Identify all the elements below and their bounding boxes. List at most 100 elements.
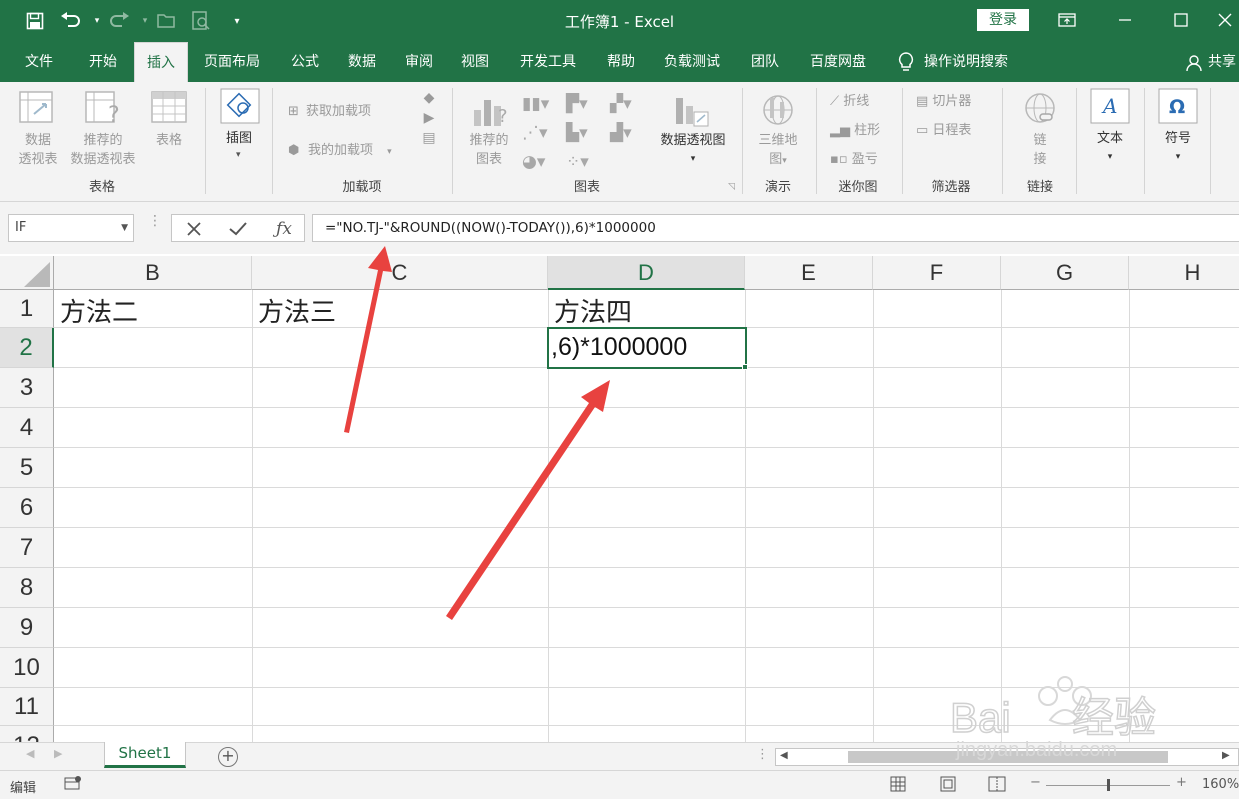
chevron-down-icon[interactable]: ▼ <box>121 215 128 241</box>
symbol-label[interactable]: 符号 ▾ <box>1154 129 1202 167</box>
row-header-3[interactable]: 3 <box>0 368 54 408</box>
row-header-1[interactable]: 1 <box>0 290 54 328</box>
waterfall-chart-icon[interactable]: ▞▾ <box>610 90 632 119</box>
my-addins-button[interactable]: ⬢ 我的加载项 ▾ <box>288 139 392 158</box>
maximize-icon[interactable] <box>1166 6 1196 34</box>
tab-file[interactable]: 文件 <box>16 42 62 82</box>
close-icon[interactable] <box>1210 6 1239 34</box>
column-header-C[interactable]: C <box>252 256 548 290</box>
cell-B1[interactable]: 方法二 <box>60 294 138 332</box>
table-label[interactable]: 表格 <box>146 131 192 150</box>
row-header-2[interactable]: 2 <box>0 328 54 368</box>
minimize-icon[interactable] <box>1110 6 1140 34</box>
scroll-left-icon[interactable]: ◀ <box>26 747 34 760</box>
tab-help[interactable]: 帮助 <box>598 42 644 82</box>
scroll-left-arrow-icon[interactable]: ◀ <box>780 750 788 761</box>
undo-icon[interactable] <box>58 8 84 34</box>
fill-handle[interactable] <box>742 364 748 370</box>
tab-home[interactable]: 开始 <box>80 42 126 82</box>
link-label[interactable]: 链接 <box>1022 131 1058 169</box>
insert-function-icon[interactable]: ƒx <box>270 217 298 241</box>
share-button[interactable]: 共享 <box>1208 42 1239 82</box>
3d-map-icon[interactable] <box>758 92 798 132</box>
person-icon[interactable] <box>1186 54 1204 76</box>
save-icon[interactable] <box>22 8 48 34</box>
cancel-icon[interactable] <box>180 217 208 241</box>
recommended-pivot-label[interactable]: 推荐的 数据透视表 <box>62 131 144 169</box>
timeline-button[interactable]: ▭ 日程表 <box>916 119 971 138</box>
text-icon[interactable]: A <box>1090 88 1130 128</box>
tab-insert[interactable]: 插入 <box>134 42 188 82</box>
tab-developer[interactable]: 开发工具 <box>510 42 586 82</box>
active-cell-D2[interactable]: ,6)*1000000 <box>547 327 747 369</box>
column-header-B[interactable]: B <box>54 256 252 290</box>
text-label[interactable]: 文本 ▾ <box>1086 129 1134 167</box>
chevron-down-icon[interactable]: ▾ <box>236 150 241 160</box>
bing-maps-icon[interactable]: ▶ <box>420 108 438 128</box>
3d-map-label[interactable]: 三维地 图▾ <box>750 131 806 171</box>
zoom-out-icon[interactable]: − <box>1030 775 1041 790</box>
column-header-E[interactable]: E <box>745 256 873 290</box>
row-header-12[interactable]: 12 <box>0 726 54 742</box>
enter-check-icon[interactable] <box>224 217 252 241</box>
cell-C1[interactable]: 方法三 <box>258 294 336 332</box>
macro-record-icon[interactable] <box>64 775 82 795</box>
row-header-11[interactable]: 11 <box>0 688 54 726</box>
scatter-trend-icon[interactable]: ⋰▾ <box>522 119 549 148</box>
horizontal-scroll-thumb[interactable] <box>848 751 1168 763</box>
column-header-F[interactable]: F <box>873 256 1001 290</box>
login-button[interactable]: 登录 <box>977 9 1029 31</box>
tab-data[interactable]: 数据 <box>339 42 385 82</box>
tab-team[interactable]: 团队 <box>742 42 788 82</box>
pivot-table-icon[interactable] <box>18 90 56 130</box>
horizontal-scrollbar[interactable]: ◀ ▶ <box>775 748 1239 766</box>
recommended-charts-label[interactable]: 推荐的 图表 <box>462 131 516 169</box>
sparkline-column-button[interactable]: ▂▅ 柱形 <box>830 119 880 138</box>
column-header-G[interactable]: G <box>1001 256 1129 290</box>
slicer-button[interactable]: ▤ 切片器 <box>916 90 971 109</box>
hierarchy-chart-icon[interactable]: ▛▾ <box>566 90 589 119</box>
formula-input[interactable]: ="NO.TJ-"&ROUND((NOW()-TODAY()),6)*10000… <box>312 214 1239 242</box>
row-header-5[interactable]: 5 <box>0 448 54 488</box>
row-header-7[interactable]: 7 <box>0 528 54 568</box>
zoom-slider-thumb[interactable] <box>1107 779 1110 791</box>
sheet-tab-sheet1[interactable]: Sheet1 <box>104 742 186 768</box>
normal-view-icon[interactable] <box>890 776 906 796</box>
zoom-level[interactable]: 160% <box>1202 777 1239 792</box>
link-icon[interactable] <box>1020 92 1060 132</box>
illustrations-icon[interactable] <box>220 88 260 128</box>
table-icon[interactable] <box>150 90 188 130</box>
column-header-D[interactable]: D <box>548 256 745 290</box>
row-header-6[interactable]: 6 <box>0 488 54 528</box>
pie-chart-icon[interactable]: ◕▾ <box>522 148 549 177</box>
drag-handle-icon[interactable]: ⋮ <box>148 214 162 228</box>
omega-icon[interactable]: Ω <box>1158 88 1198 128</box>
dialog-launcher-icon[interactable]: ◹ <box>728 182 735 192</box>
tab-baidu-netdisk[interactable]: 百度网盘 <box>800 42 876 82</box>
visio-icon[interactable]: ◆ <box>420 88 438 108</box>
column-chart-icon[interactable]: ▮▮▾ <box>522 90 549 119</box>
recommended-pivot-icon[interactable]: ? <box>84 90 124 130</box>
illustrations-label[interactable]: 插图 <box>216 129 262 148</box>
tab-load-test[interactable]: 负载测试 <box>654 42 730 82</box>
column-header-H[interactable]: H <box>1129 256 1239 290</box>
name-box[interactable]: IF ▼ <box>8 214 134 242</box>
customize-icon[interactable]: ▾ <box>224 8 250 34</box>
pivot-table-label[interactable]: 数据 透视表 <box>10 131 66 169</box>
row-header-4[interactable]: 4 <box>0 408 54 448</box>
tab-formulas[interactable]: 公式 <box>282 42 328 82</box>
row-header-10[interactable]: 10 <box>0 648 54 688</box>
get-addins-button[interactable]: ⊞ 获取加载项 <box>288 100 371 119</box>
tab-view[interactable]: 视图 <box>452 42 498 82</box>
tab-page-layout[interactable]: 页面布局 <box>196 42 268 82</box>
zoom-in-icon[interactable]: + <box>1176 775 1187 790</box>
add-sheet-icon[interactable]: + <box>218 747 238 767</box>
tab-review[interactable]: 审阅 <box>396 42 442 82</box>
statistic-chart-icon[interactable]: ▙▾ <box>566 119 589 148</box>
scroll-right-icon[interactable]: ▶ <box>54 747 62 760</box>
pivot-chart-icon[interactable] <box>672 92 712 132</box>
ribbon-display-options-icon[interactable] <box>1052 6 1082 34</box>
row-header-9[interactable]: 9 <box>0 608 54 648</box>
row-header-8[interactable]: 8 <box>0 568 54 608</box>
scatter-chart-icon[interactable]: ⁘▾ <box>566 148 589 177</box>
